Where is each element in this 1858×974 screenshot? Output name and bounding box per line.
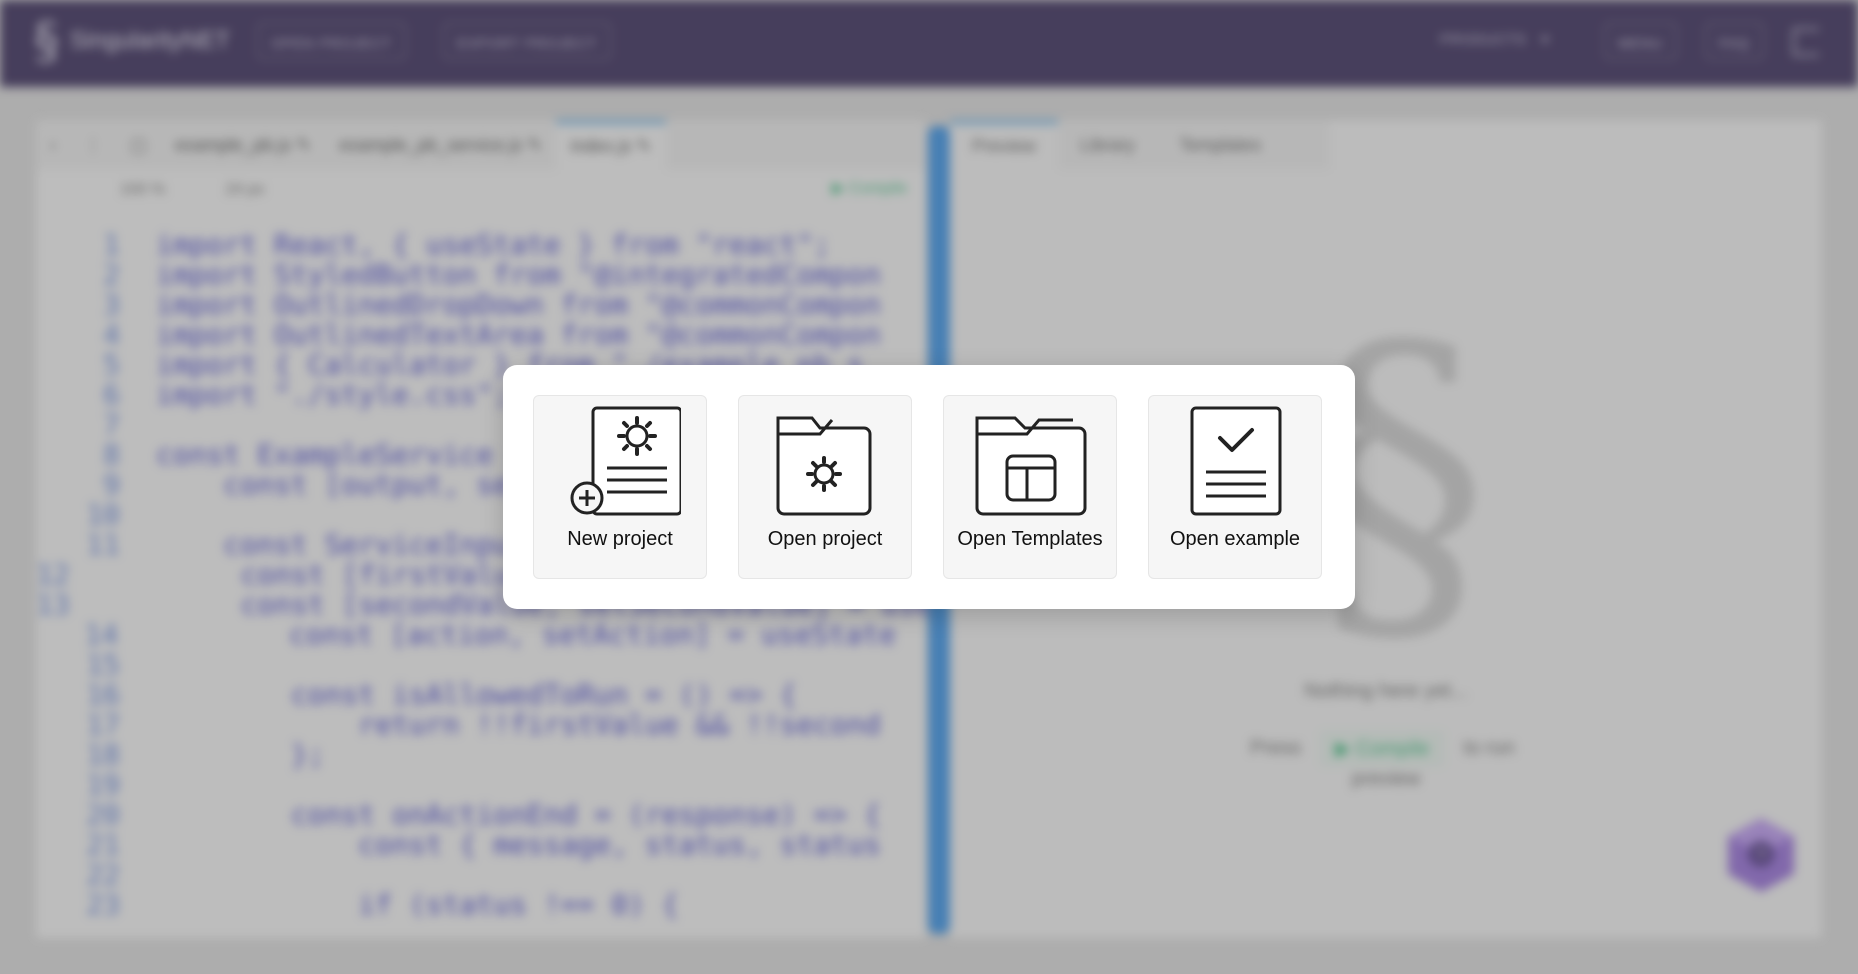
- open-example-option[interactable]: Open example: [1148, 395, 1322, 579]
- open-example-icon: [1190, 406, 1282, 516]
- open-templates-icon: [975, 416, 1087, 516]
- new-project-option[interactable]: New project: [533, 395, 707, 579]
- open-example-label: Open example: [1169, 528, 1301, 550]
- open-templates-label: Open Templates: [957, 528, 1103, 550]
- open-project-icon: [776, 416, 872, 516]
- start-dialog: New project Open project Open Templates: [503, 365, 1355, 609]
- open-templates-option[interactable]: Open Templates: [943, 395, 1117, 579]
- new-project-label: New project: [567, 528, 673, 550]
- open-project-option[interactable]: Open project: [738, 395, 912, 579]
- new-project-icon: [570, 406, 681, 516]
- open-project-label: Open project: [767, 528, 883, 550]
